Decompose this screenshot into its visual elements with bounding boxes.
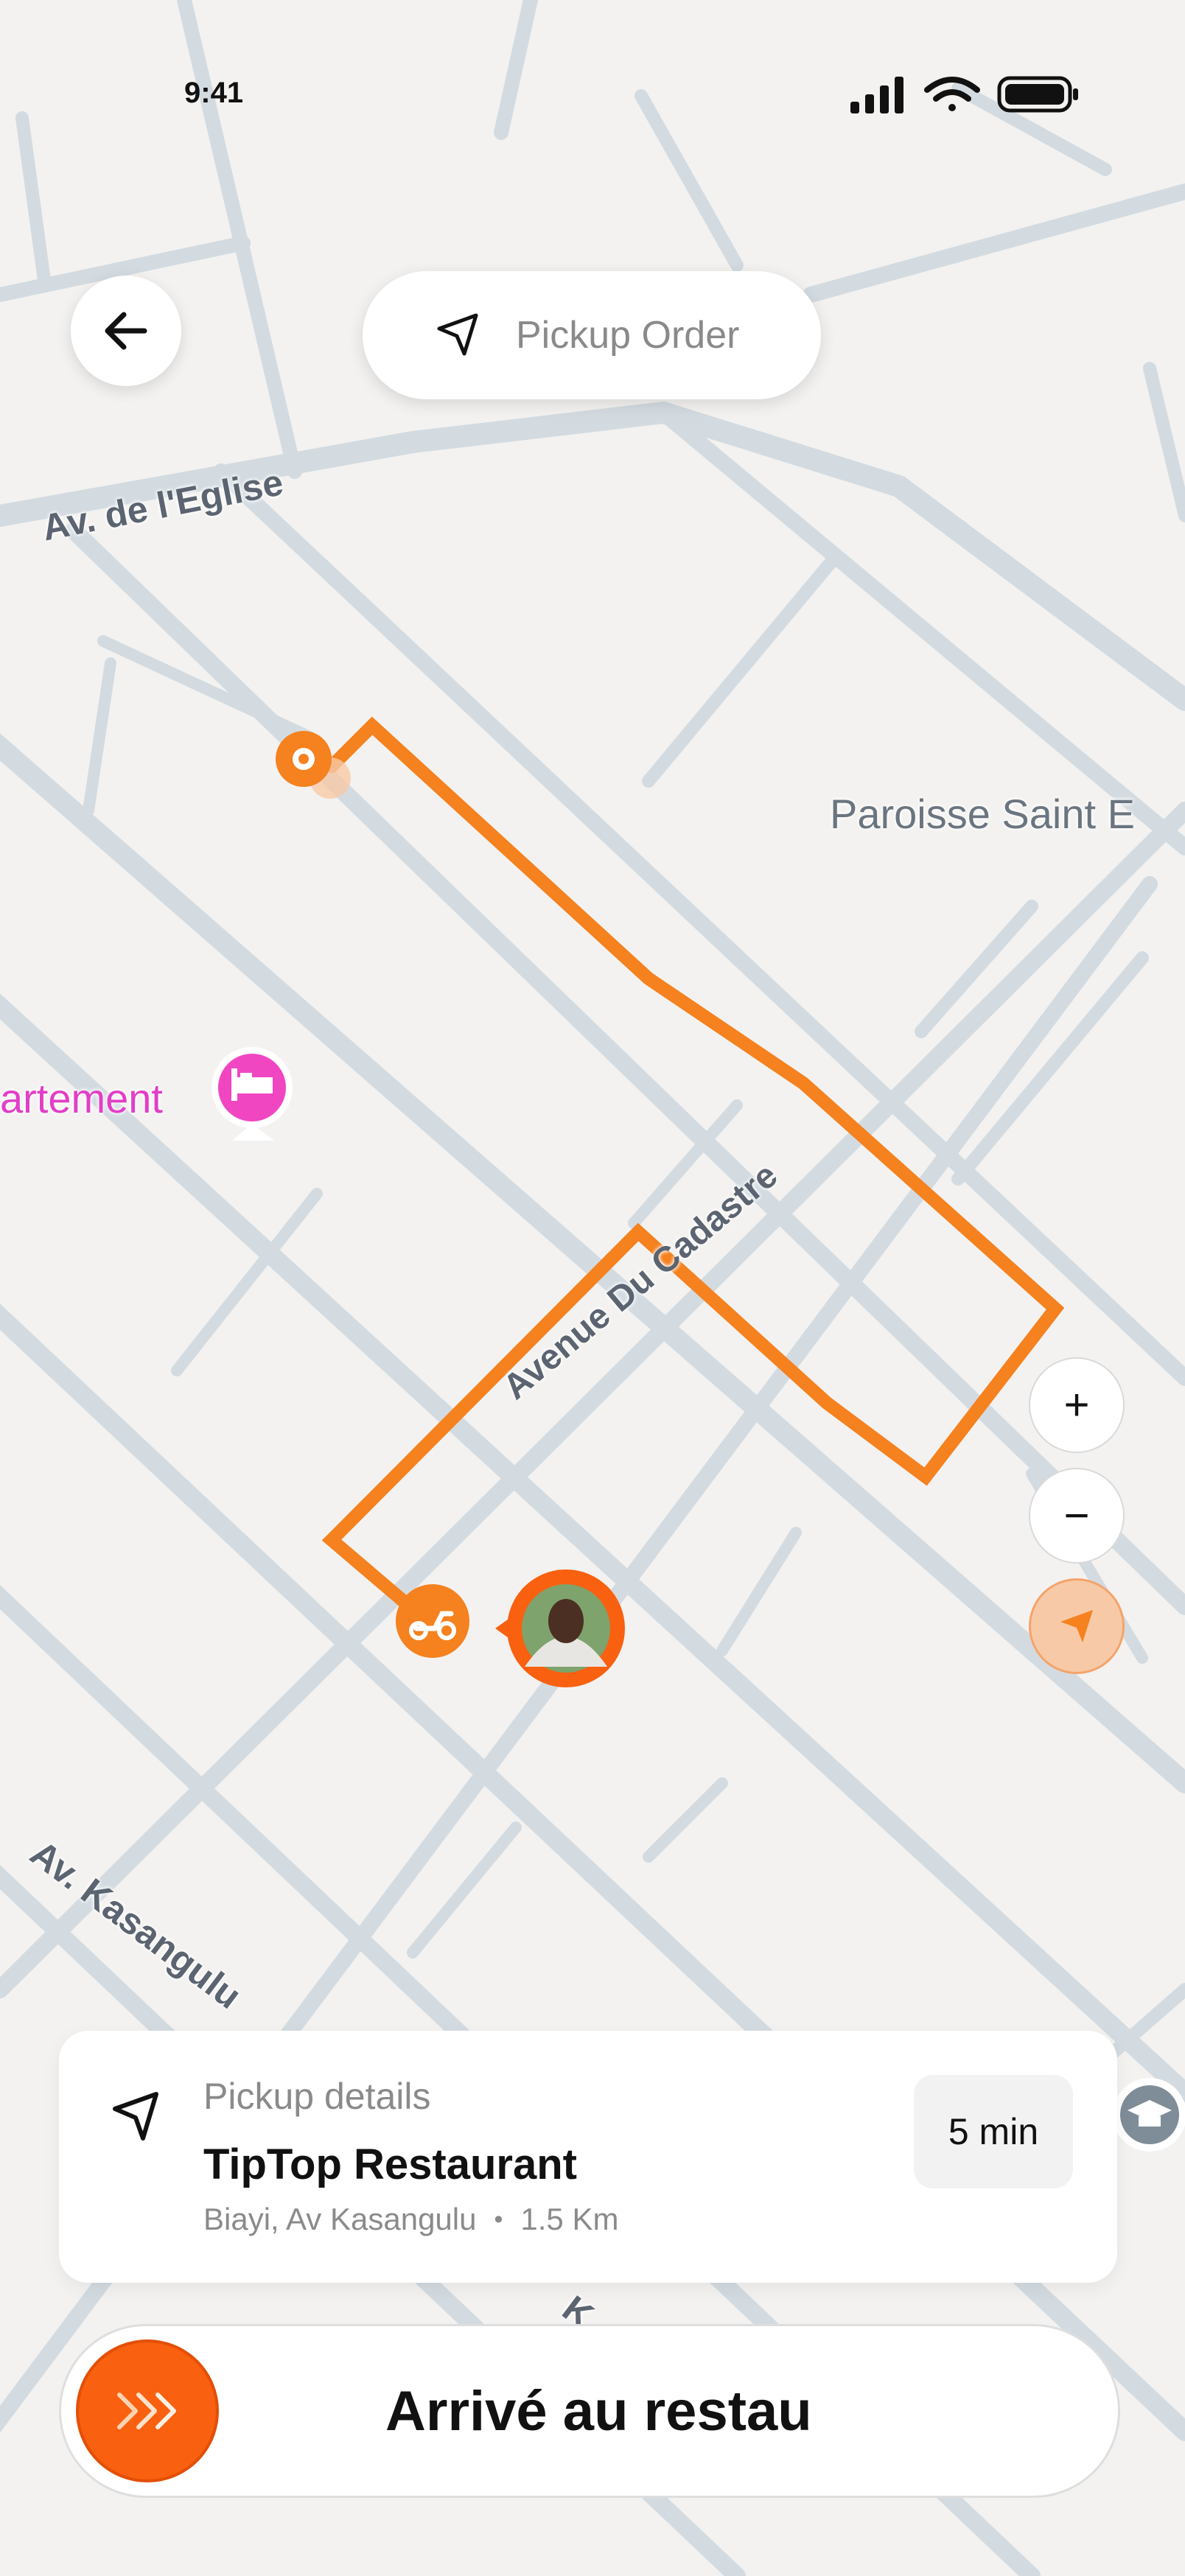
location-arrow-icon <box>1060 1610 1093 1642</box>
slider-handle[interactable] <box>76 2339 219 2482</box>
graduation-cap-icon <box>1113 2078 1185 2152</box>
status-icons <box>850 76 1078 113</box>
back-button[interactable] <box>71 276 181 386</box>
signal-icon <box>850 77 903 113</box>
arrow-left-icon <box>105 312 147 350</box>
header-title-pill: Pickup Order <box>363 271 821 399</box>
restaurant-name: TipTop Restaurant <box>203 2141 577 2188</box>
status-time: 9:41 <box>184 77 244 109</box>
scooter-icon <box>396 1584 469 1658</box>
locate-button[interactable] <box>1029 1578 1125 1674</box>
page-title: Pickup Order <box>516 314 740 357</box>
pickup-distance: 1.5 Km <box>520 2202 619 2236</box>
pickup-address-row: Biayi, Av Kasangulu • 1.5 Km <box>203 2202 618 2237</box>
pickup-details-label: Pickup details <box>203 2076 431 2117</box>
eta-badge: 5 min <box>914 2075 1073 2188</box>
zoom-in-button[interactable]: + <box>1029 1357 1125 1453</box>
pickup-details-card[interactable]: Pickup details TipTop Restaurant Biayi, … <box>59 2031 1117 2283</box>
zoom-out-button[interactable]: − <box>1029 1468 1125 1564</box>
chevrons-right-icon <box>117 2393 176 2429</box>
pickup-area: Biayi, Av Kasangulu <box>203 2202 477 2236</box>
wifi-icon <box>924 77 980 111</box>
poi-label-paroisse: Paroisse Saint E <box>830 791 1135 837</box>
separator-dot: • <box>494 2205 503 2233</box>
navigation-arrow-icon <box>437 313 478 356</box>
minus-icon: − <box>1063 1491 1090 1540</box>
navigation-arrow-icon <box>113 2092 158 2141</box>
battery-icon <box>997 76 1078 113</box>
arrive-slider[interactable]: Arrivé au restau <box>59 2324 1120 2498</box>
poi-label-appartement: artement <box>0 1075 163 1121</box>
arrive-label: Arrivé au restau <box>385 2379 812 2443</box>
plus-icon: + <box>1063 1380 1090 1429</box>
